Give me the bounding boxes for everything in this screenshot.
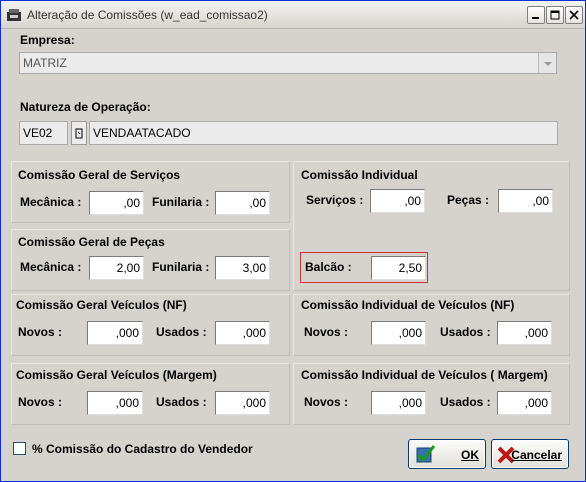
ind-veiculos-margem-title: Comissão Individual de Veículos ( Margem… [301,368,548,382]
ind-veiculos-nf-usados-input[interactable]: ,000 [497,321,552,345]
window-title: Alteração de Comissões (w_ead_comissao2) [27,8,268,22]
veiculos-nf-novos-input[interactable]: ,000 [87,321,143,345]
empresa-label: Empresa: [20,33,75,47]
chevron-down-icon [544,62,552,66]
comissao-vendedor-checkbox[interactable] [13,442,26,455]
ind-veiculos-margem-usados-label: Usados : [440,395,491,409]
dropdown-button[interactable] [538,53,556,73]
lookup-icon [75,128,83,139]
veiculos-nf-novos-label: Novos : [18,325,63,339]
minimize-button[interactable] [527,6,545,24]
empresa-select[interactable]: MATRIZ [19,52,557,74]
natureza-label: Natureza de Operação: [20,100,151,114]
natureza-code-field[interactable]: VE02 [19,121,68,145]
dialog-window: Alteração de Comissões (w_ead_comissao2)… [0,0,586,482]
servicos-funilaria-input[interactable]: ,00 [215,191,270,215]
pecas-mecanica-label: Mecânica : [20,260,82,274]
ind-veiculos-nf-novos-label: Novos : [304,325,349,339]
ind-veiculos-margem-usados-input[interactable]: ,000 [497,391,552,415]
empresa-value: MATRIZ [23,56,67,70]
veiculos-margem-usados-label: Usados : [156,395,207,409]
servicos-mecanica-input[interactable]: ,00 [89,191,144,215]
ok-button[interactable]: OK [408,439,486,469]
veiculos-margem-novos-label: Novos : [18,395,63,409]
ind-veiculos-nf-usados-label: Usados : [440,325,491,339]
close-button[interactable] [565,6,583,24]
title-bar[interactable]: Alteração de Comissões (w_ead_comissao2) [1,1,585,29]
individual-balcao-input[interactable]: 2,50 [371,256,426,280]
maximize-button[interactable] [546,6,564,24]
natureza-code: VE02 [23,126,53,140]
maximize-icon [550,10,560,20]
ok-label: OK [461,448,479,462]
cancel-button[interactable]: Cancelar [491,439,569,469]
individual-servicos-label: Serviços : [306,193,364,207]
cancel-label: Cancelar [511,448,562,462]
servicos-funilaria-label: Funilaria : [152,195,210,209]
pecas-funilaria-input[interactable]: 3,00 [215,256,270,280]
ind-veiculos-nf-novos-input[interactable]: ,000 [371,321,426,345]
servicos-title: Comissão Geral de Serviços [18,168,181,182]
ind-veiculos-margem-novos-input[interactable]: ,000 [371,391,426,415]
minimize-icon [532,17,539,19]
individual-pecas-label: Peças : [447,193,490,207]
individual-balcao-label: Balcão : [305,260,352,274]
lookup-button[interactable] [71,121,87,145]
veiculos-nf-usados-input[interactable]: ,000 [215,321,270,345]
close-icon [569,10,579,20]
natureza-description: VENDAATACADO [93,126,191,140]
veiculos-margem-title: Comissão Geral Veículos (Margem) [16,368,217,382]
servicos-mecanica-label: Mecânica : [20,195,82,209]
veiculos-margem-novos-input[interactable]: ,000 [87,391,143,415]
app-icon [7,9,21,21]
veiculos-nf-title: Comissão Geral Veículos (NF) [16,298,187,312]
veiculos-nf-usados-label: Usados : [156,325,207,339]
individual-title: Comissão Individual [301,168,418,182]
individual-servicos-input[interactable]: ,00 [370,189,425,213]
ind-veiculos-margem-novos-label: Novos : [304,395,349,409]
natureza-description-field: VENDAATACADO [89,121,558,145]
ind-veiculos-nf-title: Comissão Individual de Veículos (NF) [301,298,515,312]
individual-pecas-input[interactable]: ,00 [498,189,553,213]
pecas-mecanica-input[interactable]: 2,00 [89,256,144,280]
pecas-title: Comissão Geral de Peças [18,235,165,249]
pecas-funilaria-label: Funilaria : [152,260,210,274]
checkmark-icon [416,445,436,463]
comissao-vendedor-label: % Comissão do Cadastro do Vendedor [32,442,253,456]
veiculos-margem-usados-input[interactable]: ,000 [215,391,270,415]
